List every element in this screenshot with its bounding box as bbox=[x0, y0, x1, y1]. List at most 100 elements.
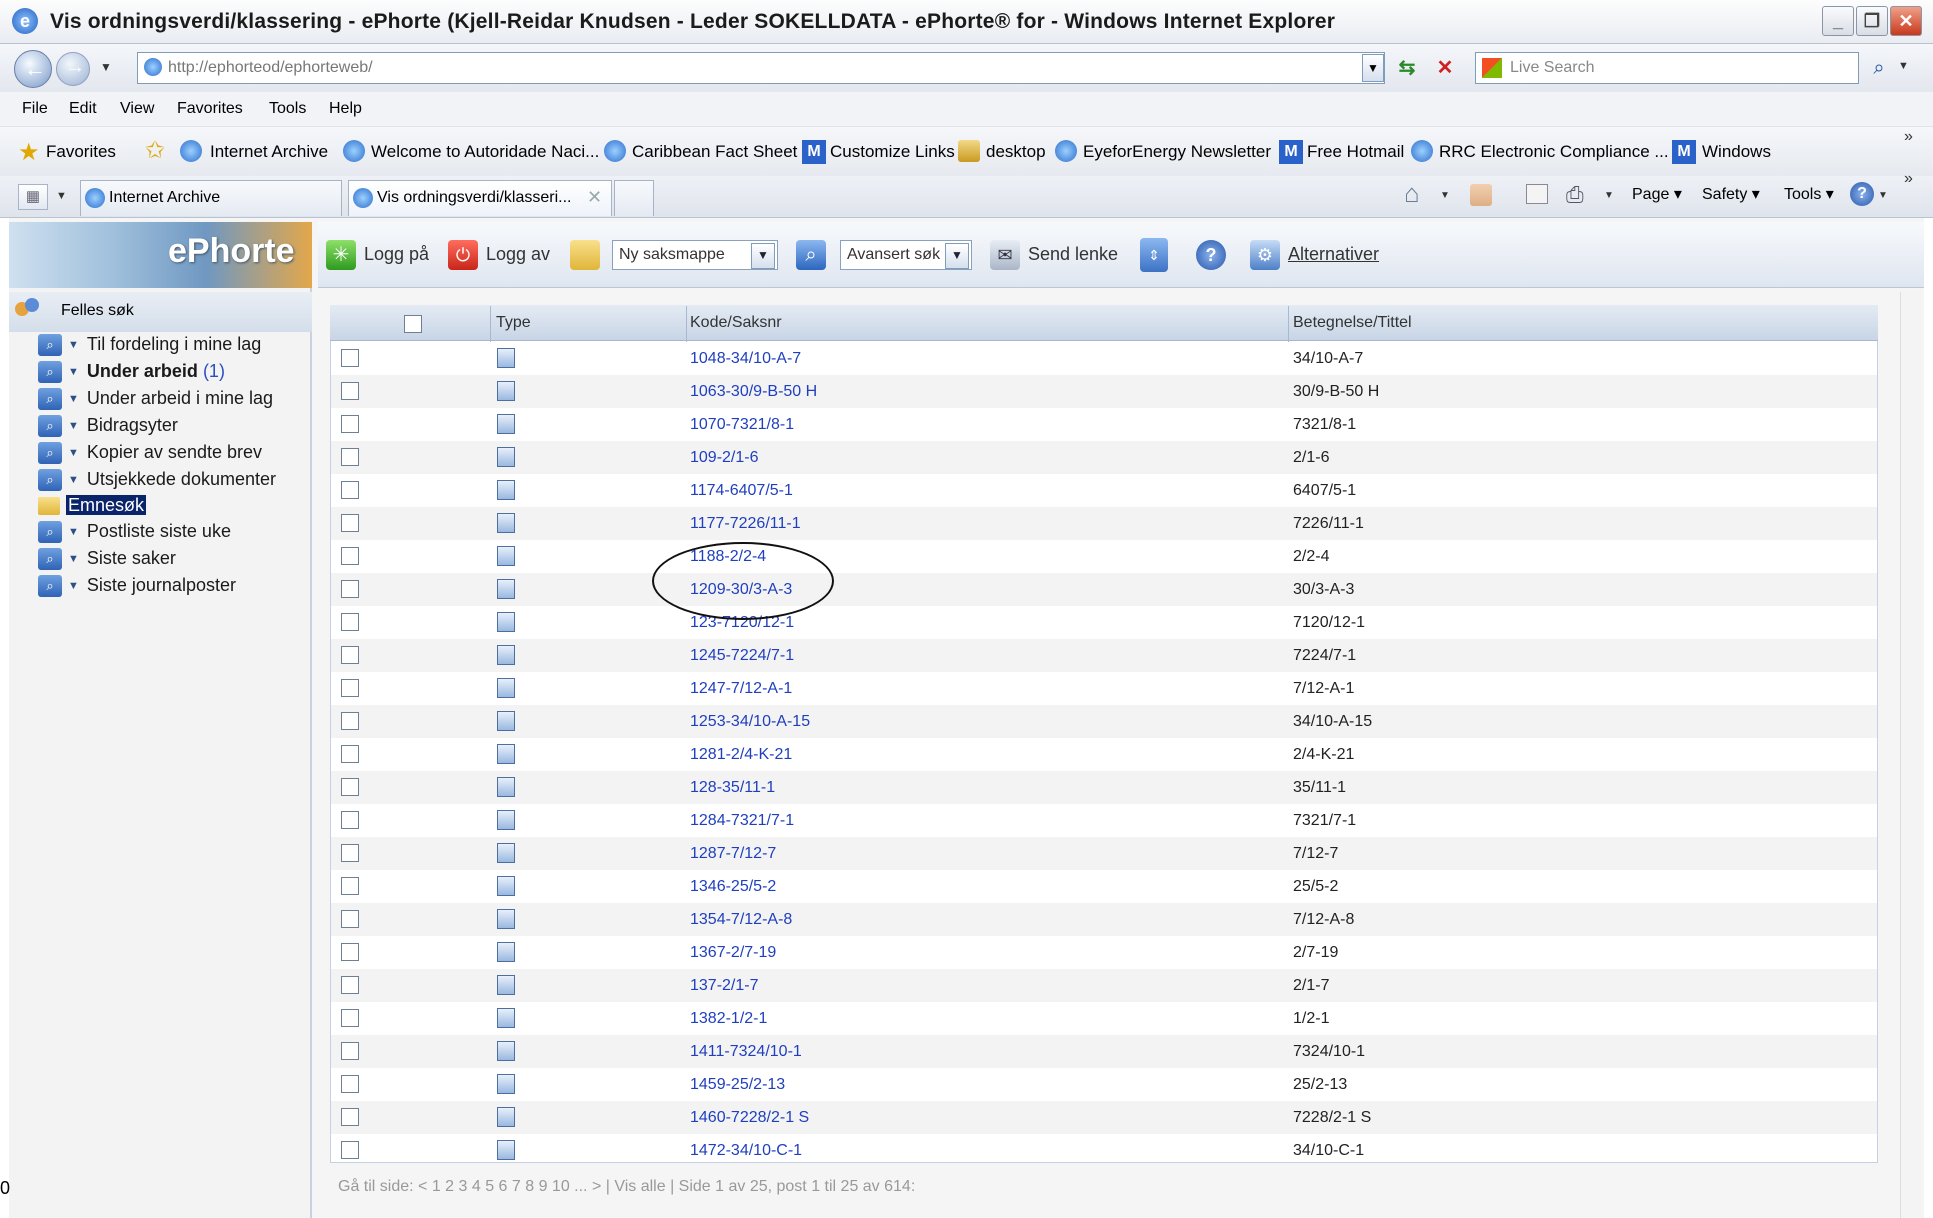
row-checkbox[interactable] bbox=[341, 877, 359, 895]
table-row[interactable] bbox=[331, 375, 1877, 408]
case-number-link[interactable]: 1063-30/9-B-50 H bbox=[690, 383, 817, 401]
sort-arrows-icon[interactable]: ⇕ bbox=[1140, 238, 1168, 272]
case-number-link[interactable]: 1245-7224/7-1 bbox=[690, 647, 794, 665]
tree-item-under-arbeid-mine-lag[interactable]: ⌕ ▼ Under arbeid i mine lag bbox=[38, 388, 273, 415]
felles-sok-header[interactable]: Felles søk bbox=[9, 292, 312, 332]
row-checkbox[interactable] bbox=[341, 448, 359, 466]
tab-list-dropdown-icon[interactable]: ▼ bbox=[56, 190, 67, 202]
tools-menu[interactable]: Tools ▾ bbox=[1784, 184, 1834, 204]
expand-triangle-icon[interactable]: ▼ bbox=[68, 447, 79, 459]
expand-triangle-icon[interactable]: ▼ bbox=[68, 474, 79, 486]
table-row[interactable] bbox=[331, 837, 1877, 870]
new-tab-button[interactable] bbox=[614, 180, 654, 216]
menu-tools[interactable]: Tools bbox=[269, 100, 306, 118]
tab-internet-archive[interactable]: Internet Archive bbox=[80, 180, 342, 216]
login-icon[interactable]: ✳ bbox=[326, 240, 356, 270]
menu-view[interactable]: View bbox=[120, 100, 154, 118]
row-checkbox[interactable] bbox=[341, 778, 359, 796]
row-checkbox[interactable] bbox=[341, 1075, 359, 1093]
address-url[interactable]: http://ephorteod/ephorteweb/ bbox=[168, 59, 373, 77]
row-checkbox[interactable] bbox=[341, 844, 359, 862]
new-case-dropdown[interactable]: Ny saksmappe ▼ bbox=[612, 240, 778, 270]
print-dropdown-icon[interactable]: ▼ bbox=[1604, 190, 1614, 201]
menu-file[interactable]: File bbox=[22, 100, 48, 118]
fav-link[interactable]: Welcome to Autoridade Naci... bbox=[371, 142, 599, 162]
expand-triangle-icon[interactable]: ▼ bbox=[68, 393, 79, 405]
search-options-icon[interactable]: ▼ bbox=[1898, 60, 1909, 72]
page-menu[interactable]: Page ▾ bbox=[1632, 184, 1682, 204]
fav-link[interactable]: Windows bbox=[1702, 142, 1771, 162]
case-number-link[interactable]: 1411-7324/10-1 bbox=[690, 1043, 802, 1061]
help-icon[interactable]: ? bbox=[1196, 240, 1226, 270]
expand-triangle-icon[interactable]: ▼ bbox=[68, 553, 79, 565]
menu-favorites[interactable]: Favorites bbox=[177, 100, 243, 118]
table-row[interactable] bbox=[331, 1002, 1877, 1035]
expand-triangle-icon[interactable]: ▼ bbox=[68, 580, 79, 592]
table-row[interactable] bbox=[331, 936, 1877, 969]
logout-icon[interactable]: ⏻ bbox=[448, 240, 478, 270]
table-row[interactable] bbox=[331, 474, 1877, 507]
table-row[interactable] bbox=[331, 1101, 1877, 1134]
expand-triangle-icon[interactable]: ▼ bbox=[68, 526, 79, 538]
logout-button[interactable]: Logg av bbox=[486, 244, 550, 265]
help-dropdown-icon[interactable]: ▼ bbox=[1878, 190, 1888, 201]
row-checkbox[interactable] bbox=[341, 976, 359, 994]
table-row[interactable] bbox=[331, 342, 1877, 375]
address-bar[interactable]: http://ephorteod/ephorteweb/ bbox=[137, 52, 1385, 84]
row-checkbox[interactable] bbox=[341, 481, 359, 499]
table-row[interactable] bbox=[331, 408, 1877, 441]
case-number-link[interactable]: 137-2/1-7 bbox=[690, 977, 759, 995]
table-row[interactable] bbox=[331, 969, 1877, 1002]
expand-triangle-icon[interactable]: ▼ bbox=[68, 339, 79, 351]
table-row[interactable] bbox=[331, 639, 1877, 672]
row-checkbox[interactable] bbox=[341, 943, 359, 961]
case-number-link[interactable]: 1354-7/12-A-8 bbox=[690, 911, 792, 929]
restore-button[interactable]: ❐ bbox=[1856, 6, 1888, 36]
tree-item-siste-saker[interactable]: ⌕ ▼ Siste saker bbox=[38, 548, 176, 575]
row-checkbox[interactable] bbox=[341, 1108, 359, 1126]
fav-link[interactable]: Caribbean Fact Sheet bbox=[632, 142, 797, 162]
row-checkbox[interactable] bbox=[341, 910, 359, 928]
row-checkbox[interactable] bbox=[341, 382, 359, 400]
home-icon[interactable]: ⌂ bbox=[1404, 178, 1420, 209]
row-checkbox[interactable] bbox=[341, 1042, 359, 1060]
send-link-icon[interactable]: ✉ bbox=[990, 240, 1020, 270]
table-row[interactable] bbox=[331, 507, 1877, 540]
more-favorites-chevron-icon[interactable]: » bbox=[1904, 128, 1913, 146]
search-icon[interactable]: ⌕ bbox=[796, 240, 826, 270]
add-favorite-icon[interactable]: ✩ bbox=[145, 136, 165, 165]
tree-item-utsjekkede-dokumenter[interactable]: ⌕ ▼ Utsjekkede dokumenter bbox=[38, 469, 276, 496]
case-number-link[interactable]: 1284-7321/7-1 bbox=[690, 812, 794, 830]
row-checkbox[interactable] bbox=[341, 679, 359, 697]
table-row[interactable] bbox=[331, 441, 1877, 474]
forward-button[interactable]: → bbox=[56, 52, 90, 86]
advanced-search-dropdown[interactable]: Avansert søk ▼ bbox=[840, 240, 972, 270]
fav-link[interactable]: Internet Archive bbox=[210, 142, 328, 162]
case-number-link[interactable]: 1367-2/7-19 bbox=[690, 944, 776, 962]
table-row[interactable] bbox=[331, 903, 1877, 936]
case-number-link[interactable]: 1174-6407/5-1 bbox=[690, 482, 793, 500]
row-checkbox[interactable] bbox=[341, 646, 359, 664]
tab-vis-ordningsverdi[interactable]: Vis ordningsverdi/klasseri... ✕ bbox=[348, 180, 612, 216]
home-dropdown-icon[interactable]: ▼ bbox=[1440, 190, 1450, 201]
case-number-link[interactable]: 1346-25/5-2 bbox=[690, 878, 776, 896]
table-row[interactable] bbox=[331, 573, 1877, 606]
case-number-link[interactable]: 1382-1/2-1 bbox=[690, 1010, 767, 1028]
row-checkbox[interactable] bbox=[341, 1141, 359, 1159]
case-number-link[interactable]: 1287-7/12-7 bbox=[690, 845, 776, 863]
expand-triangle-icon[interactable]: ▼ bbox=[68, 420, 79, 432]
pager[interactable]: Gå til side: < 1 2 3 4 5 6 7 8 9 10 ... … bbox=[338, 1178, 915, 1196]
fav-link[interactable]: Free Hotmail bbox=[1307, 142, 1404, 162]
case-number-link[interactable]: 1048-34/10-A-7 bbox=[690, 350, 801, 368]
tree-item-til-fordeling[interactable]: ⌕ ▼ Til fordeling i mine lag bbox=[38, 334, 261, 361]
case-number-link[interactable]: 1247-7/12-A-1 bbox=[690, 680, 792, 698]
column-header-type[interactable]: Type bbox=[496, 314, 531, 332]
chevron-down-icon[interactable]: ▼ bbox=[945, 243, 969, 269]
search-go-icon[interactable]: ⌕ bbox=[1864, 54, 1894, 82]
table-row[interactable] bbox=[331, 804, 1877, 837]
tree-item-under-arbeid[interactable]: ⌕ ▼ Under arbeid (1) bbox=[38, 361, 225, 388]
fav-link[interactable]: RRC Electronic Compliance ... bbox=[1439, 142, 1669, 162]
row-checkbox[interactable] bbox=[341, 580, 359, 598]
case-number-link[interactable]: 1460-7228/2-1 S bbox=[690, 1109, 809, 1127]
row-checkbox[interactable] bbox=[341, 547, 359, 565]
